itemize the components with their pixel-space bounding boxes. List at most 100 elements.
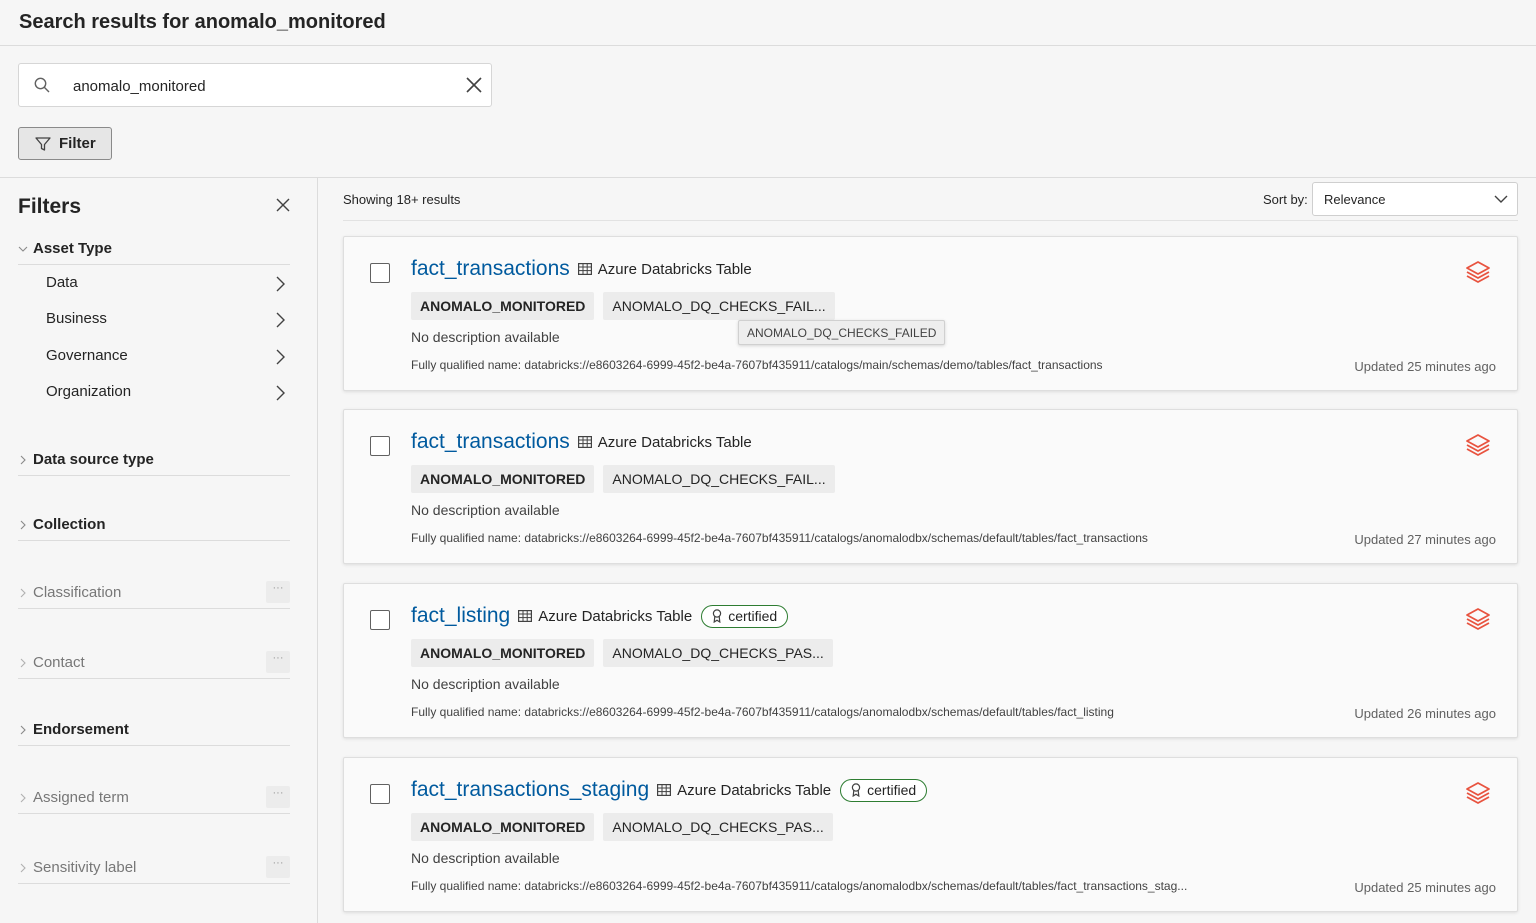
filter-button[interactable]: Filter xyxy=(18,127,112,160)
chevron-right-icon xyxy=(276,385,285,401)
classification-tag[interactable]: ANOMALO_MONITORED xyxy=(411,813,595,841)
asset-type-item-organization[interactable]: Organization xyxy=(46,383,290,405)
result-card[interactable]: fact_listing Azure Databricks Table cert… xyxy=(343,583,1518,738)
header-bar: Search results for anomalo_monitored xyxy=(0,0,1536,46)
asset-type-item-business[interactable]: Business xyxy=(46,310,290,332)
classification-tag[interactable]: ANOMALO_DQ_CHECKS_FAIL... xyxy=(603,292,835,320)
asset-type-item-label: Data xyxy=(46,274,78,291)
databricks-stack-icon xyxy=(1466,261,1490,283)
select-checkbox[interactable] xyxy=(370,263,390,283)
funnel-icon xyxy=(35,136,51,151)
asset-type-label: Azure Databricks Table xyxy=(597,260,752,278)
result-title-link[interactable]: fact_transactions xyxy=(411,257,570,281)
table-icon xyxy=(577,263,592,275)
asset-type-item-label: Business xyxy=(46,310,107,327)
ribbon-icon xyxy=(851,783,861,797)
result-title-link[interactable]: fact_listing xyxy=(411,604,510,628)
asset-type-item-label: Organization xyxy=(46,383,132,400)
filter-section-data-source-type[interactable]: Data source type xyxy=(18,451,290,476)
asset-type-item-governance[interactable]: Governance xyxy=(46,347,290,369)
divider xyxy=(343,220,1518,221)
result-description: No description available xyxy=(411,676,560,692)
filter-section-sensitivity-label[interactable]: Sensitivity label ··· xyxy=(18,856,290,884)
select-checkbox[interactable] xyxy=(370,610,390,630)
chevron-right-icon xyxy=(20,725,26,735)
more-options-icon[interactable]: ··· xyxy=(266,786,290,808)
updated-timestamp: Updated 26 minutes ago xyxy=(1354,706,1496,721)
table-icon xyxy=(577,436,592,448)
result-title-link[interactable]: fact_transactions xyxy=(411,430,570,454)
classification-tag[interactable]: ANOMALO_DQ_CHECKS_PAS... xyxy=(603,813,833,841)
select-checkbox[interactable] xyxy=(370,436,390,456)
asset-type-label: Azure Databricks Table xyxy=(538,607,693,625)
more-options-icon[interactable]: ··· xyxy=(266,581,290,603)
fully-qualified-name: Fully qualified name: databricks://e8603… xyxy=(411,358,1103,372)
search-icon xyxy=(34,77,50,93)
filters-title: Filters xyxy=(18,195,82,218)
chevron-right-icon xyxy=(276,349,285,365)
more-options-icon[interactable]: ··· xyxy=(266,651,290,673)
table-icon xyxy=(657,784,672,796)
updated-timestamp: Updated 27 minutes ago xyxy=(1354,532,1496,547)
fully-qualified-name: Fully qualified name: databricks://e8603… xyxy=(411,531,1148,545)
asset-type-label: Azure Databricks Table xyxy=(597,433,752,451)
chevron-right-icon xyxy=(276,276,285,292)
classification-tag[interactable]: ANOMALO_MONITORED xyxy=(411,465,595,493)
result-card[interactable]: fact_transactions_staging Azure Databric… xyxy=(343,757,1518,912)
databricks-stack-icon xyxy=(1466,434,1490,456)
result-description: No description available xyxy=(411,502,560,518)
chevron-right-icon xyxy=(20,588,26,598)
chevron-right-icon xyxy=(20,863,26,873)
sort-dropdown[interactable]: Relevance xyxy=(1312,182,1518,216)
search-box[interactable] xyxy=(18,63,492,107)
filters-panel: Filters Asset Type Data Business Governa… xyxy=(0,178,318,923)
close-icon[interactable] xyxy=(275,197,291,213)
asset-type-item-label: Governance xyxy=(46,347,128,364)
select-checkbox[interactable] xyxy=(370,784,390,804)
sort-label: Sort by: xyxy=(1263,192,1308,207)
table-icon xyxy=(518,610,533,622)
certified-badge: certified xyxy=(701,604,789,628)
result-description: No description available xyxy=(411,850,560,866)
filter-section-endorsement[interactable]: Endorsement xyxy=(18,721,290,746)
result-card[interactable]: fact_transactions Azure Databricks Table… xyxy=(343,409,1518,564)
search-input[interactable] xyxy=(71,72,455,100)
filter-section-collection[interactable]: Collection xyxy=(18,516,290,541)
filter-section-classification[interactable]: Classification ··· xyxy=(18,581,290,609)
chevron-right-icon xyxy=(20,658,26,668)
sort-dropdown-value: Relevance xyxy=(1324,192,1386,207)
chevron-down-icon xyxy=(18,246,28,252)
chevron-right-icon xyxy=(20,520,26,530)
results-count: Showing 18+ results xyxy=(343,192,461,207)
filter-section-label: Data source type xyxy=(33,451,154,468)
filter-button-label: Filter xyxy=(59,135,96,152)
databricks-stack-icon xyxy=(1466,608,1490,630)
filter-section-label: Sensitivity label xyxy=(33,859,137,876)
chevron-right-icon xyxy=(276,312,285,328)
certified-label: certified xyxy=(867,782,917,798)
result-title-link[interactable]: fact_transactions_staging xyxy=(411,778,649,802)
asset-type-label: Azure Databricks Table xyxy=(677,781,832,799)
chevron-right-icon xyxy=(20,455,26,465)
chevron-down-icon xyxy=(1494,195,1508,203)
ribbon-icon xyxy=(712,609,722,623)
page-title: Search results for anomalo_monitored xyxy=(19,11,386,33)
more-options-icon[interactable]: ··· xyxy=(266,856,290,878)
result-description: No description available xyxy=(411,329,560,345)
classification-tag[interactable]: ANOMALO_DQ_CHECKS_FAIL... xyxy=(603,465,835,493)
close-icon[interactable] xyxy=(465,76,483,94)
classification-tag[interactable]: ANOMALO_MONITORED xyxy=(411,639,595,667)
certified-badge: certified xyxy=(840,778,928,802)
classification-tag[interactable]: ANOMALO_MONITORED xyxy=(411,292,595,320)
result-card[interactable]: fact_transactions Azure Databricks Table… xyxy=(343,236,1518,391)
filter-section-label: Asset Type xyxy=(33,240,112,257)
filter-section-asset-type[interactable]: Asset Type xyxy=(18,240,290,265)
fully-qualified-name: Fully qualified name: databricks://e8603… xyxy=(411,705,1114,719)
updated-timestamp: Updated 25 minutes ago xyxy=(1354,880,1496,895)
classification-tag[interactable]: ANOMALO_DQ_CHECKS_PAS... xyxy=(603,639,833,667)
databricks-stack-icon xyxy=(1466,782,1490,804)
asset-type-item-data[interactable]: Data xyxy=(46,274,290,296)
fully-qualified-name: Fully qualified name: databricks://e8603… xyxy=(411,879,1188,893)
filter-section-contact[interactable]: Contact ··· xyxy=(18,651,290,679)
filter-section-assigned-term[interactable]: Assigned term ··· xyxy=(18,786,290,814)
